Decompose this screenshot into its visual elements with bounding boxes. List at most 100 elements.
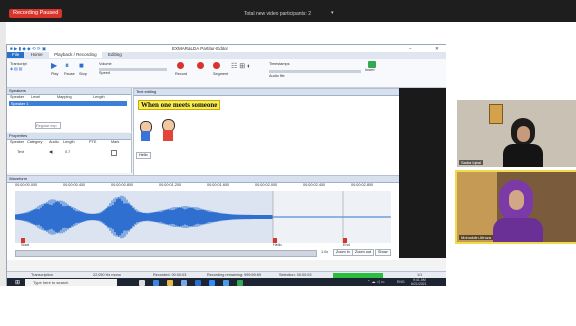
participant-2-background xyxy=(457,172,497,242)
waveform-svg[interactable] xyxy=(14,191,391,243)
participant-2-face xyxy=(509,190,524,210)
speakers-col-mapping: Mapping xyxy=(57,95,72,99)
recording-paused-badge[interactable]: Recording Paused xyxy=(9,9,63,18)
participant-2-body xyxy=(493,218,543,242)
prop-row-speaker[interactable]: Text xyxy=(17,150,24,155)
meeting-illustration xyxy=(138,115,182,145)
waveform-tick-label: 00:00:02.800 xyxy=(351,183,374,187)
position-label: 1.0x xyxy=(321,250,329,254)
prop-col-category: Category xyxy=(27,140,43,144)
participant-1-face xyxy=(517,126,530,142)
speakers-panel: Speakers Speaker Level Mapping Length Sp… xyxy=(7,88,132,132)
waveform-title: Waveform xyxy=(7,176,399,183)
audio-file-label: Audio file xyxy=(269,74,285,78)
waveform-tick-label: 00:00:00.000 xyxy=(15,183,38,187)
timestamps-group: Timestamps Audio file xyxy=(269,62,361,80)
properties-panel: Properties Speaker Category Audio Length… xyxy=(7,133,132,173)
speaker-row-selected[interactable]: Speaker 1 xyxy=(9,101,127,106)
waveform-panel: Waveform 00:00:00.000 00:00:00.400 00:00:0… xyxy=(7,175,399,260)
minimize-icon[interactable]: – xyxy=(409,45,412,52)
insert-button[interactable]: Insert xyxy=(365,61,379,81)
prop-col-speaker: Speaker xyxy=(10,140,25,144)
prop-col-pte: PTE xyxy=(89,140,97,144)
record-buttons: ☷ ⊞ ◐ Record Segment xyxy=(175,62,263,82)
insert-label: Insert xyxy=(365,68,375,72)
speaker-search-input[interactable]: Regular exp. xyxy=(35,122,61,129)
taskbar-lang[interactable]: ENG xyxy=(397,280,405,284)
speed-label: Speed xyxy=(99,71,110,75)
timestamps-label: Timestamps xyxy=(269,62,290,66)
prop-row-length: 0.7 xyxy=(65,150,71,154)
text-editing-tab[interactable]: Text editing xyxy=(134,89,400,96)
properties-panel-title: Properties xyxy=(7,133,131,140)
wall-frame xyxy=(489,104,503,124)
stop-label: Stop xyxy=(79,72,87,76)
speakers-col-length: Length xyxy=(93,95,105,99)
window-titlebar: ■ ▶ ▮ ◆ ◆ ⟲ ⟳ ▣ EXMARaLDA Partitur-Edito… xyxy=(7,45,447,52)
transcript-group: Transcript ◈ ▤ ▤ xyxy=(10,62,42,80)
play-button-icon[interactable]: ▶ xyxy=(51,61,57,70)
participant-1-body xyxy=(503,144,543,167)
tray-icons[interactable]: ⌃ ☁ ◁ ▭ xyxy=(367,279,385,284)
waveform-tick-label: 00:00:01.200 xyxy=(159,183,182,187)
quick-access-toolbar[interactable]: ■ ▶ ▮ ◆ ◆ ⟲ ⟳ ▣ xyxy=(10,45,46,52)
stop-button-icon[interactable]: ■ xyxy=(79,61,84,70)
mark-checkbox[interactable] xyxy=(111,150,117,156)
tab-editing[interactable]: Editing xyxy=(103,52,127,58)
waveform-tick-label: 00:00:02.000 xyxy=(255,183,278,187)
volume-control[interactable]: Volume Speed xyxy=(99,62,167,76)
record-icon[interactable] xyxy=(197,62,204,69)
pause-button-icon[interactable]: ⏸ xyxy=(65,61,69,71)
close-icon[interactable]: ✕ xyxy=(435,45,439,52)
pause-label: Pause xyxy=(64,72,75,76)
zoom-out-button[interactable]: Zoom out xyxy=(352,249,375,256)
windows-start-icon[interactable]: ⊞ xyxy=(15,279,20,286)
speakers-col-speaker: Speaker xyxy=(10,95,25,99)
chevron-down-icon[interactable]: ▾ xyxy=(331,10,334,16)
app-window: ■ ▶ ▮ ◆ ◆ ⟲ ⟳ ▣ EXMARaLDA Partitur-Edito… xyxy=(6,44,448,288)
timestamps-slider[interactable] xyxy=(269,70,361,73)
right-ruler xyxy=(399,88,447,258)
speakers-button[interactable]: ◈ ▤ ▤ xyxy=(10,67,42,72)
sentence-highlight[interactable]: When one meets someone xyxy=(138,100,221,110)
speaker-audio-icon[interactable]: ◀) xyxy=(49,150,53,155)
girl-figure-body xyxy=(163,130,173,141)
taskbar-search-placeholder: Type here to search xyxy=(33,280,69,285)
prop-col-audio: Audio xyxy=(49,140,59,144)
speakers-col-level: Level xyxy=(31,95,41,99)
participant-2-name: Mohuddin Afroza xyxy=(459,235,494,240)
show-button[interactable]: Show xyxy=(375,249,391,256)
participant-video-1[interactable]: Sadia Iqbal xyxy=(457,100,576,167)
prop-col-mark: Mark xyxy=(111,140,120,144)
taskbar-search-input[interactable]: Type here to search xyxy=(25,279,117,286)
waveform-tick-label: 00:00:02.400 xyxy=(303,183,326,187)
record-label: Record xyxy=(175,72,188,76)
meeting-bottom-area xyxy=(0,286,576,326)
play-label: Play xyxy=(51,72,59,76)
marker-start-label: Start xyxy=(21,243,30,247)
waveform-area[interactable] xyxy=(14,191,391,243)
tab-home[interactable]: Home xyxy=(26,52,48,58)
volume-label: Volume xyxy=(99,62,112,66)
segment-label: Segment xyxy=(213,72,229,76)
small-label-box[interactable]: Hello xyxy=(136,152,151,159)
tab-playback[interactable]: Playback / Recording xyxy=(49,52,102,58)
waveform-tick-label: 00:00:00.800 xyxy=(111,183,134,187)
prop-col-length: Length xyxy=(63,140,75,144)
participant-video-2[interactable]: Mohuddin Afroza xyxy=(455,170,576,244)
waveform-scrollbar[interactable] xyxy=(15,250,317,257)
speakers-panel-title: Speakers xyxy=(7,88,131,95)
marker-end-label: End xyxy=(343,243,350,247)
sentence-text: When one meets someone xyxy=(141,101,218,109)
record-icon[interactable] xyxy=(177,62,184,69)
marker-hello-label: Hello xyxy=(273,243,282,247)
participants-title: Total new video participants: 2 xyxy=(244,11,311,17)
zoom-in-button[interactable]: Zoom in xyxy=(333,249,353,256)
text-editing-panel: Text editing When one meets someone Hell… xyxy=(133,88,401,176)
waveform-tick-label: 00:00:01.600 xyxy=(207,183,230,187)
segment-icon[interactable]: ☷ ⊞ ◐ xyxy=(231,62,251,70)
tab-file[interactable]: File xyxy=(7,52,25,58)
record-icon[interactable] xyxy=(213,62,220,69)
waveform-ticks: 00:00:00.000 00:00:00.400 00:00:00.800 00:0… xyxy=(7,183,399,189)
waveform-tick-label: 00:00:00.400 xyxy=(63,183,86,187)
